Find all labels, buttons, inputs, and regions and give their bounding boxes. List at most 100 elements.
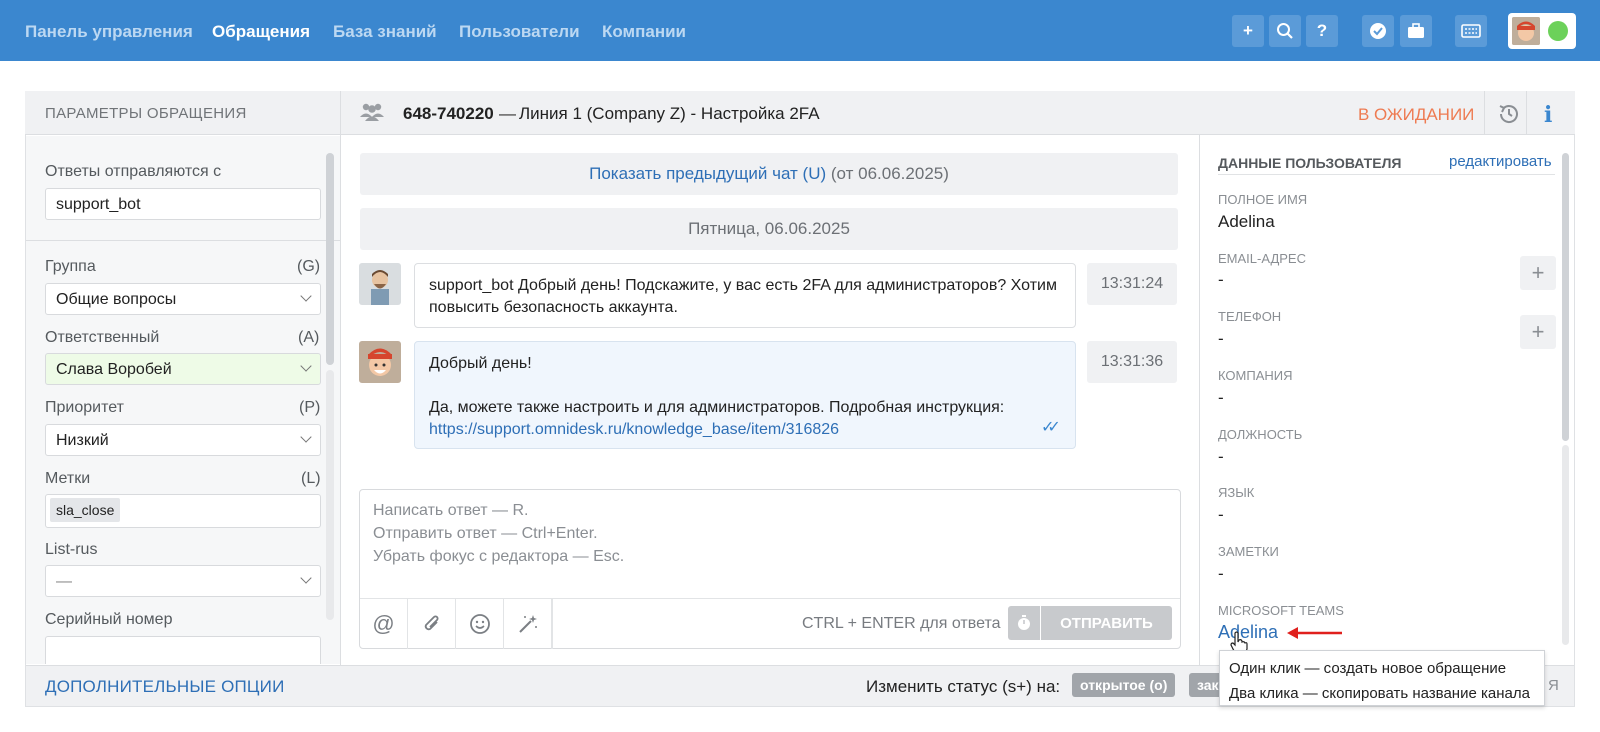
priority-select[interactable]: Низкий (45, 424, 321, 456)
ticket-status[interactable]: В ОЖИДАНИИ (1358, 105, 1474, 125)
chevron-down-icon (300, 572, 312, 584)
plus-icon[interactable]: + (1232, 15, 1264, 47)
left-scrollbar-thumb[interactable] (326, 153, 334, 365)
right-scrollbar-track[interactable] (1562, 445, 1569, 645)
search-icon[interactable] (1269, 15, 1301, 47)
divider (26, 240, 340, 241)
priority-label: Приоритет (45, 399, 124, 416)
add-email-button[interactable]: + (1520, 256, 1556, 290)
message-text: Добрый день! (429, 355, 532, 372)
help-icon[interactable]: ? (1306, 15, 1338, 47)
avatar (359, 341, 401, 383)
editor-toolbar: @ CTRL + ENTER для ответа ОТПРАВИТЬ (360, 598, 1180, 649)
editor-placeholder: Написать ответ — R. (373, 502, 529, 519)
emoji-icon[interactable] (456, 599, 504, 649)
keyboard-icon[interactable] (1455, 15, 1487, 47)
title-separator: — (499, 104, 516, 123)
priority-value: Низкий (56, 432, 109, 449)
message-time: 13:31:36 (1087, 341, 1177, 383)
previous-chat-bar[interactable]: Показать предыдущий чат (U) (от 06.06.20… (360, 153, 1178, 195)
briefcase-icon[interactable] (1400, 15, 1432, 47)
right-scrollbar-thumb[interactable] (1562, 153, 1569, 441)
group-select[interactable]: Общие вопросы (45, 283, 321, 315)
position-label: ДОЛЖНОСТЬ (1218, 427, 1303, 442)
magic-wand-icon[interactable] (504, 599, 552, 649)
tag-chip[interactable]: sla_close (50, 498, 121, 522)
shield-check-icon[interactable] (1362, 15, 1394, 47)
timer-icon[interactable] (1008, 606, 1040, 640)
avatar (359, 263, 401, 305)
tags-shortcut: (L) (301, 470, 321, 487)
chat-message: support_bot Добрый день! Подскажите, у в… (414, 263, 1076, 328)
position-value: - (1218, 447, 1224, 466)
message-author: support_bot (429, 277, 514, 294)
full-name-label: ПОЛНОЕ ИМЯ (1218, 192, 1308, 207)
teams-label: MICROSOFT TEAMS (1218, 603, 1344, 618)
nav-companies[interactable]: Компании (602, 22, 686, 42)
full-name-value: Adelina (1218, 212, 1275, 231)
paperclip-icon[interactable] (408, 599, 456, 649)
group-value: Общие вопросы (56, 291, 177, 308)
chevron-down-icon (300, 360, 312, 372)
chevron-down-icon (300, 290, 312, 302)
reply-from-field[interactable]: support_bot (45, 188, 321, 220)
chevron-down-icon (300, 431, 312, 443)
language-label: ЯЗЫК (1218, 485, 1255, 500)
divider (1484, 91, 1485, 135)
knowledge-base-link[interactable]: https://support.omnidesk.ru/knowledge_ba… (429, 421, 839, 438)
change-status-label: Изменить статус (s+) на: (866, 677, 1061, 696)
mention-icon[interactable]: @ (360, 599, 408, 649)
email-value: - (1218, 270, 1224, 289)
users-group-icon (359, 102, 385, 127)
tags-label: Метки (45, 470, 91, 487)
reply-from-label: Ответы отправляются с (45, 163, 222, 180)
chat-message: Добрый день! Да, можете также настроить … (414, 341, 1076, 449)
history-icon[interactable] (1497, 102, 1521, 131)
assignee-shortcut: (A) (298, 329, 320, 346)
reply-editor[interactable]: Написать ответ — R. Отправить ответ — Ct… (359, 489, 1181, 649)
divider (340, 91, 341, 665)
avatar (1512, 17, 1540, 45)
footer-trailing-text: Я (1548, 677, 1559, 694)
divider (1526, 91, 1527, 135)
phone-label: ТЕЛЕФОН (1218, 309, 1282, 324)
ticket-id: 648-740220 (403, 104, 494, 123)
nav-dashboard[interactable]: Панель управления (25, 22, 193, 42)
additional-options-link[interactable]: ДОПОЛНИТЕЛЬНЫЕ ОПЦИИ (45, 677, 285, 697)
tags-field[interactable]: sla_close (45, 494, 321, 528)
editor-placeholder: Убрать фокус с редактора — Esc. (373, 548, 625, 565)
send-shortcut-hint: CTRL + ENTER для ответа (802, 615, 1001, 632)
ticket-title: Линия 1 (Company Z) - Настройка 2FA (519, 104, 820, 123)
assignee-label: Ответственный (45, 329, 160, 346)
left-scrollbar-track[interactable] (326, 370, 334, 620)
notes-value: - (1218, 564, 1224, 583)
previous-chat-date: (от 06.06.2025) (830, 164, 949, 183)
assignee-value: Слава Воробей (56, 361, 172, 378)
message-text: Добрый день! Подскажите, у вас есть 2FA … (429, 277, 1057, 316)
add-phone-button[interactable]: + (1520, 315, 1556, 349)
tooltip-line: Два клика — скопировать название канала (1229, 685, 1530, 702)
previous-chat-link[interactable]: Показать предыдущий чат (U) (589, 164, 826, 183)
divider (1199, 135, 1200, 665)
send-button[interactable]: ОТПРАВИТЬ (1041, 606, 1172, 640)
serial-field[interactable] (45, 636, 321, 664)
list-rus-value: — (56, 573, 72, 590)
status-open-button[interactable]: открытое (o) (1072, 673, 1176, 697)
email-label: EMAIL-АДРЕС (1218, 251, 1306, 266)
profile-menu[interactable] (1508, 13, 1576, 49)
assignee-select[interactable]: Слава Воробей (45, 353, 321, 385)
company-label: КОМПАНИЯ (1218, 368, 1293, 383)
ticket-params-heading: ПАРАМЕТРЫ ОБРАЩЕНИЯ (45, 105, 247, 122)
red-arrow-icon (1287, 626, 1343, 645)
user-data-heading: ДАННЫЕ ПОЛЬЗОВАТЕЛЯ (1218, 155, 1402, 171)
group-label: Группа (45, 258, 96, 275)
info-icon[interactable]: i (1544, 102, 1552, 128)
list-rus-select[interactable]: — (45, 565, 321, 597)
edit-user-link[interactable]: редактировать (1449, 153, 1552, 170)
group-shortcut: (G) (297, 258, 321, 275)
nav-knowledge-base[interactable]: База знаний (333, 22, 437, 42)
nav-tickets[interactable]: Обращения (212, 22, 310, 42)
day-label: Пятница, 06.06.2025 (688, 219, 850, 238)
language-value: - (1218, 505, 1224, 524)
nav-users[interactable]: Пользователи (459, 22, 580, 42)
